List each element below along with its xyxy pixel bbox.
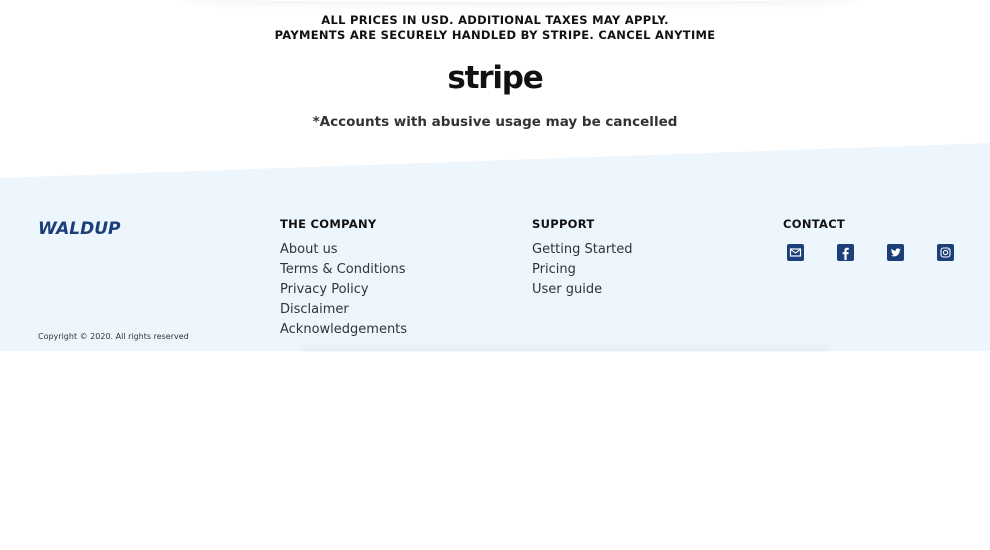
link-acknowledgements[interactable]: Acknowledgements: [280, 320, 407, 340]
company-column: THE COMPANY About us Terms & Conditions …: [280, 217, 407, 340]
facebook-icon[interactable]: [837, 244, 854, 261]
link-pricing[interactable]: Pricing: [532, 260, 633, 280]
link-privacy-policy[interactable]: Privacy Policy: [280, 280, 407, 300]
pricing-notice-line-1: ALL PRICES IN USD. ADDITIONAL TAXES MAY …: [321, 13, 669, 27]
link-about-us[interactable]: About us: [280, 240, 407, 260]
link-disclaimer[interactable]: Disclaimer: [280, 300, 407, 320]
header-shadow: [180, 0, 860, 2]
company-title: THE COMPANY: [280, 217, 377, 231]
footer-bottom-shadow: [300, 340, 830, 352]
link-getting-started[interactable]: Getting Started: [532, 240, 633, 260]
support-title: SUPPORT: [532, 217, 595, 231]
email-icon[interactable]: [787, 244, 804, 261]
pricing-notice-line-2: PAYMENTS ARE SECURELY HANDLED BY STRIPE.…: [274, 28, 716, 42]
link-terms-conditions[interactable]: Terms & Conditions: [280, 260, 407, 280]
waldup-logo[interactable]: WALDUP: [38, 219, 121, 239]
link-user-guide[interactable]: User guide: [532, 280, 633, 300]
instagram-icon[interactable]: [937, 244, 954, 261]
contact-column: CONTACT: [783, 217, 845, 240]
copyright-text: Copyright © 2020. All rights reserved: [38, 332, 189, 341]
page: ALL PRICES IN USD. ADDITIONAL TAXES MAY …: [0, 0, 990, 550]
stripe-logo: stripe: [447, 60, 543, 96]
abuse-notice: *Accounts with abusive usage may be canc…: [312, 114, 678, 130]
support-column: SUPPORT Getting Started Pricing User gui…: [532, 217, 633, 300]
contact-title: CONTACT: [783, 217, 846, 231]
twitter-icon[interactable]: [887, 244, 904, 261]
